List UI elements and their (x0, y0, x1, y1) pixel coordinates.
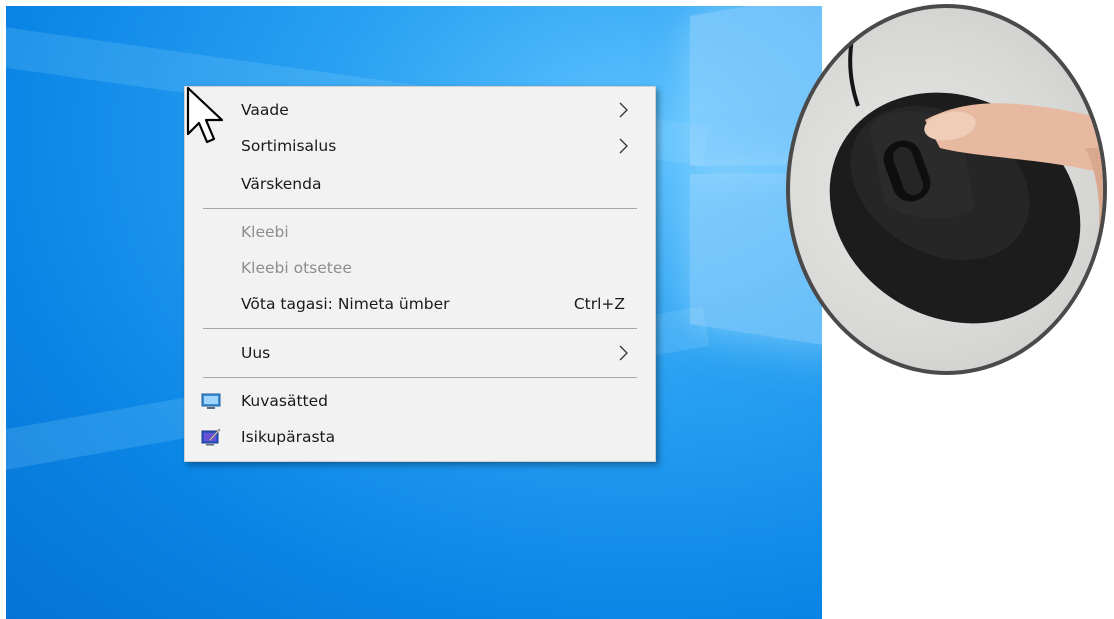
menu-item-label: Uus (241, 344, 271, 362)
menu-separator (203, 377, 637, 378)
personalize-icon (201, 428, 221, 446)
mouse-photo (786, 4, 1107, 375)
menu-item-label: Kuvasätted (241, 392, 328, 410)
chevron-right-icon (619, 138, 628, 154)
desktop-context-menu: Vaade Sortimisalus Värskenda Kleebi Klee… (184, 86, 656, 462)
display-settings-icon (201, 393, 221, 409)
menu-item-personalize[interactable]: Isikupärasta (185, 420, 655, 454)
menu-item-undo-rename[interactable]: Võta tagasi: Nimeta ümber Ctrl+Z (185, 287, 655, 321)
menu-item-sort-by[interactable]: Sortimisalus (185, 129, 655, 163)
computer-mouse-image (829, 8, 1103, 324)
menu-item-label: Sortimisalus (241, 137, 337, 155)
mouse-cursor-icon (186, 86, 224, 144)
menu-item-new[interactable]: Uus (185, 336, 655, 370)
chevron-right-icon (619, 102, 628, 118)
menu-separator (203, 328, 637, 329)
menu-item-view[interactable]: Vaade (185, 93, 655, 127)
menu-separator (203, 208, 637, 209)
menu-item-label: Värskenda (241, 175, 322, 193)
menu-item-refresh[interactable]: Värskenda (185, 167, 655, 201)
menu-item-label: Võta tagasi: Nimeta ümber (241, 295, 450, 313)
keyboard-shortcut: Ctrl+Z (573, 295, 625, 313)
menu-item-display-settings[interactable]: Kuvasätted (185, 384, 655, 418)
menu-item-label: Kleebi otsetee (241, 259, 352, 277)
menu-item-label: Vaade (241, 101, 289, 119)
menu-item-paste[interactable]: Kleebi (185, 215, 655, 249)
menu-item-paste-shortcut[interactable]: Kleebi otsetee (185, 251, 655, 285)
chevron-right-icon (619, 345, 628, 361)
menu-item-label: Isikupärasta (241, 428, 336, 446)
menu-item-label: Kleebi (241, 223, 289, 241)
